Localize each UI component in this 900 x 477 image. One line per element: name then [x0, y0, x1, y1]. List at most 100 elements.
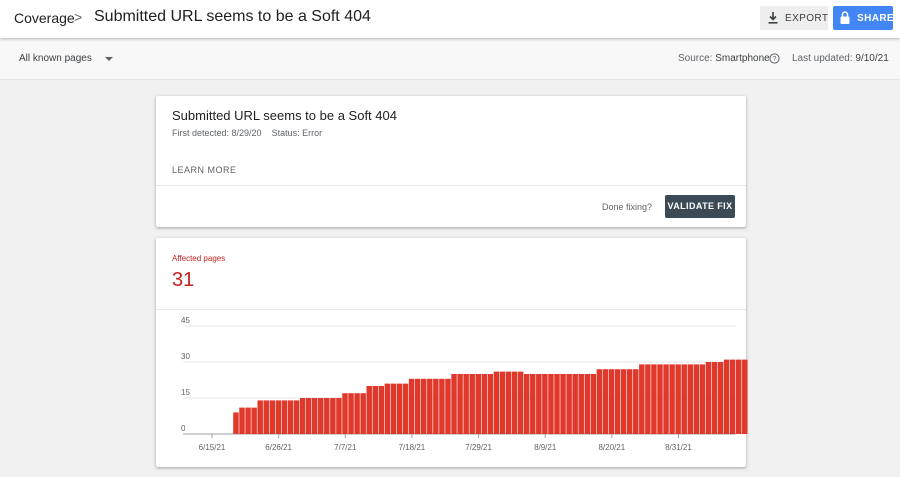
- bar[interactable]: [687, 364, 693, 434]
- bar[interactable]: [530, 374, 536, 434]
- bar[interactable]: [287, 400, 294, 434]
- bar[interactable]: [523, 374, 530, 434]
- bar[interactable]: [596, 369, 603, 434]
- bar[interactable]: [324, 398, 330, 434]
- bar[interactable]: [663, 364, 669, 434]
- bar[interactable]: [572, 374, 578, 434]
- bar[interactable]: [239, 407, 245, 434]
- bar[interactable]: [445, 378, 451, 434]
- breadcrumb-coverage[interactable]: Coverage: [14, 10, 75, 26]
- bar[interactable]: [487, 374, 494, 434]
- bar[interactable]: [414, 378, 421, 434]
- bar[interactable]: [342, 393, 348, 434]
- bar[interactable]: [548, 374, 554, 434]
- bar[interactable]: [402, 383, 409, 434]
- bar[interactable]: [511, 371, 518, 434]
- bar[interactable]: [584, 374, 591, 434]
- bar[interactable]: [669, 364, 675, 434]
- bar[interactable]: [633, 369, 639, 434]
- learn-more-link[interactable]: LEARN MORE: [172, 165, 237, 175]
- bar[interactable]: [330, 398, 336, 434]
- x-tick-label: 7/7/21: [334, 443, 357, 452]
- bar[interactable]: [275, 400, 282, 434]
- pages-filter-value: All known pages: [19, 53, 92, 64]
- bar[interactable]: [542, 374, 548, 434]
- bar[interactable]: [717, 362, 724, 434]
- bar[interactable]: [693, 364, 700, 434]
- page-title: Submitted URL seems to be a Soft 404: [94, 8, 371, 25]
- bar[interactable]: [639, 364, 645, 434]
- bar[interactable]: [245, 407, 251, 434]
- bar[interactable]: [705, 362, 712, 434]
- bar[interactable]: [602, 369, 609, 434]
- bar[interactable]: [566, 374, 572, 434]
- bar[interactable]: [372, 386, 379, 434]
- bar[interactable]: [281, 400, 288, 434]
- bar[interactable]: [396, 383, 403, 434]
- bar[interactable]: [390, 383, 397, 434]
- bar[interactable]: [723, 359, 730, 434]
- bar[interactable]: [293, 400, 300, 434]
- bar[interactable]: [439, 378, 445, 434]
- bar[interactable]: [560, 374, 566, 434]
- help-icon[interactable]: ?: [769, 53, 780, 64]
- bar[interactable]: [505, 371, 512, 434]
- bar[interactable]: [681, 364, 687, 434]
- bar[interactable]: [384, 383, 391, 434]
- bar[interactable]: [427, 378, 433, 434]
- bar[interactable]: [457, 374, 463, 434]
- bar[interactable]: [299, 398, 306, 434]
- validate-fix-button[interactable]: VALIDATE FIX: [665, 195, 735, 218]
- bar[interactable]: [711, 362, 718, 434]
- bar[interactable]: [475, 374, 481, 434]
- bar[interactable]: [651, 364, 657, 434]
- x-tick-label: 7/29/21: [465, 443, 492, 452]
- share-button[interactable]: SHARE: [833, 6, 894, 30]
- bar[interactable]: [608, 369, 615, 434]
- bar[interactable]: [421, 378, 427, 434]
- bar[interactable]: [257, 400, 263, 434]
- updated-value: 9/10/21: [855, 53, 889, 64]
- bar[interactable]: [378, 386, 385, 434]
- bar[interactable]: [311, 398, 318, 434]
- bar[interactable]: [645, 364, 651, 434]
- bar[interactable]: [463, 374, 469, 434]
- pages-filter-dropdown[interactable]: All known pages: [19, 53, 115, 67]
- bar[interactable]: [354, 393, 360, 434]
- bar[interactable]: [269, 400, 276, 434]
- bar[interactable]: [675, 364, 681, 434]
- bar[interactable]: [736, 359, 742, 434]
- bar[interactable]: [554, 374, 560, 434]
- bar[interactable]: [451, 374, 457, 434]
- bar[interactable]: [620, 369, 627, 434]
- bar[interactable]: [578, 374, 584, 434]
- bar[interactable]: [536, 374, 542, 434]
- bar[interactable]: [348, 393, 354, 434]
- bar[interactable]: [408, 378, 415, 434]
- bar[interactable]: [251, 407, 257, 434]
- bar[interactable]: [499, 371, 506, 434]
- bar[interactable]: [614, 369, 621, 434]
- bar[interactable]: [305, 398, 312, 434]
- bar[interactable]: [657, 364, 663, 434]
- bar[interactable]: [469, 374, 475, 434]
- bar[interactable]: [366, 386, 372, 434]
- bar[interactable]: [481, 374, 488, 434]
- bar[interactable]: [590, 374, 597, 434]
- bar[interactable]: [626, 369, 633, 434]
- bar[interactable]: [699, 364, 706, 434]
- bar[interactable]: [742, 359, 748, 434]
- bar[interactable]: [233, 412, 239, 434]
- bar[interactable]: [336, 398, 342, 434]
- bar[interactable]: [263, 400, 269, 434]
- y-tick-label: 30: [181, 352, 190, 361]
- bar[interactable]: [493, 371, 500, 434]
- bar[interactable]: [433, 378, 439, 434]
- bar[interactable]: [318, 398, 324, 434]
- issue-status: Status: Error: [271, 128, 323, 138]
- updated-label: Last updated:: [792, 53, 853, 64]
- bar[interactable]: [360, 393, 366, 434]
- export-button[interactable]: EXPORT: [760, 6, 828, 30]
- bar[interactable]: [729, 359, 736, 434]
- bar[interactable]: [517, 371, 524, 434]
